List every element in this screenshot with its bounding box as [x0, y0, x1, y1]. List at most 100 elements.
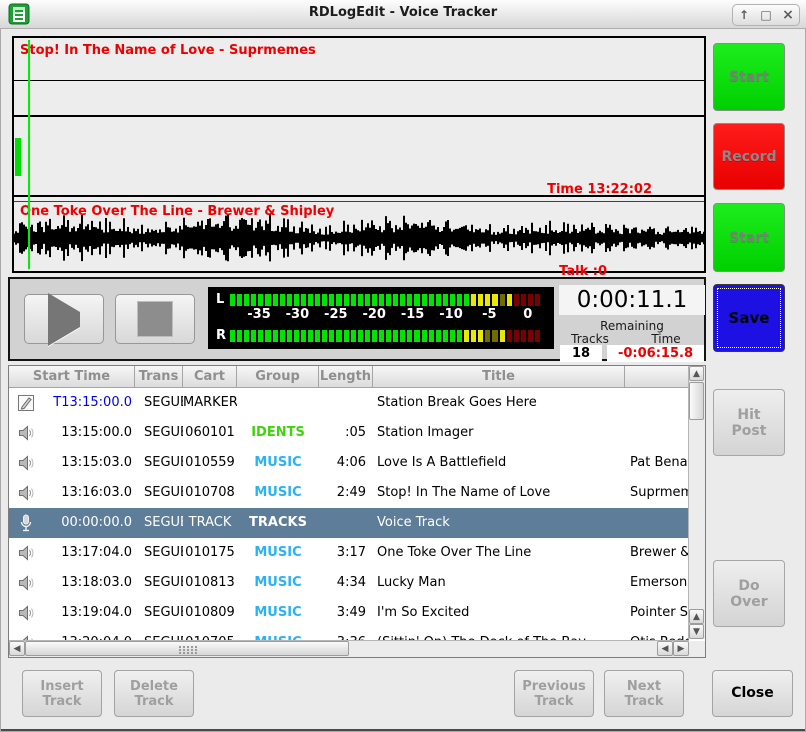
scroll-right-icon[interactable]: ▶ — [673, 641, 689, 656]
voice-tracker-display: Stop! In The Name of Love - Suprmemes Ti… — [12, 36, 706, 273]
header-start-time[interactable]: Start Time — [9, 366, 135, 388]
cell-cart: MARKER — [183, 388, 237, 418]
next-track-button[interactable]: Next Track — [604, 670, 684, 717]
cell-title: Station Imager — [373, 418, 625, 448]
cell-artist — [625, 388, 689, 418]
cell-start-time: T13:15:00.0 — [9, 388, 135, 418]
previous-track-title: Stop! In The Name of Love - Suprmemes — [20, 43, 316, 58]
meter-scale: -35-30-25-20-15-10-50 — [208, 307, 554, 325]
cell-start-time: 13:15:00.0 — [9, 418, 135, 448]
close-button[interactable]: Close — [712, 670, 793, 717]
tracks-remaining-value: 18 — [560, 345, 602, 362]
cell-start-time: 00:00:00.0 — [9, 508, 135, 538]
header-length[interactable]: Length — [319, 366, 373, 388]
scroll-down-icon[interactable]: ▼ — [689, 624, 704, 639]
start-previous-button[interactable]: Start — [713, 43, 785, 111]
cell-start-time: 13:19:04.0 — [9, 598, 135, 628]
cell-trans: SEGUE — [135, 478, 183, 508]
play-button[interactable] — [24, 294, 104, 344]
cell-cart: TRACK — [183, 508, 237, 538]
table-row[interactable]: 00:00:00.0SEGUETRACKTRACKSVoice Track — [9, 508, 689, 538]
speaker-icon — [17, 424, 35, 442]
post-point-line — [14, 201, 704, 202]
header-group[interactable]: Group — [237, 366, 319, 388]
cell-start-time: 13:17:04.0 — [9, 538, 135, 568]
meter-right-segments — [230, 330, 540, 342]
cell-trans: SEGUE — [135, 418, 183, 448]
vertical-scroll-thumb[interactable] — [689, 382, 704, 420]
window-controls: ↑ □ × — [732, 4, 800, 26]
header-artist[interactable] — [625, 366, 689, 388]
log-table-body: T13:15:00.0SEGUEMARKERStation Break Goes… — [9, 388, 689, 641]
table-row[interactable]: 13:16:03.0SEGUE010708MUSIC2:49Stop! In T… — [9, 478, 689, 508]
cell-cart: 010559 — [183, 448, 237, 478]
time-remaining-value: -0:06:15.8 — [607, 345, 704, 362]
elapsed-time-display: 0:00:11.1 — [559, 285, 705, 315]
close-window-icon[interactable]: × — [777, 7, 799, 23]
table-row[interactable]: 13:19:04.0SEGUE010809MUSIC3:49I'm So Exc… — [9, 598, 689, 628]
cell-group: MUSIC — [237, 538, 319, 568]
cell-length: :05 — [319, 418, 373, 448]
header-title[interactable]: Title — [373, 366, 625, 388]
do-over-button[interactable]: Do Over — [713, 560, 785, 627]
cell-title: Love Is A Battlefield — [373, 448, 625, 478]
hit-post-button[interactable]: Hit Post — [713, 389, 785, 456]
speaker-icon — [17, 454, 35, 472]
cell-trans: SEGUE — [135, 448, 183, 478]
scroll-left-icon[interactable]: ◀ — [9, 641, 25, 656]
cell-length: 2:49 — [319, 478, 373, 508]
cell-trans: SEGUE — [135, 508, 183, 538]
table-row[interactable]: 13:15:00.0SEGUE060101IDENTS:05Station Im… — [9, 418, 689, 448]
audio-level-meter: L -35-30-25-20-15-10-50 R — [208, 287, 554, 349]
meter-scale-label: -25 — [316, 307, 356, 322]
cell-trans: SEGUE — [135, 538, 183, 568]
cell-artist — [625, 418, 689, 448]
marker-icon — [17, 394, 35, 412]
vertical-scrollbar[interactable]: ▲ ▲ ▼ — [688, 366, 705, 639]
previous-track-button[interactable]: Previous Track — [514, 670, 594, 717]
speaker-icon — [17, 574, 35, 592]
cell-trans: SEGUE — [135, 568, 183, 598]
cell-group: MUSIC — [237, 598, 319, 628]
cell-length: 4:34 — [319, 568, 373, 598]
meter-left-segments — [230, 294, 540, 306]
delete-track-button[interactable]: Delete Track — [114, 670, 194, 717]
meter-scale-label: -5 — [469, 307, 509, 322]
header-trans[interactable]: Trans — [135, 366, 183, 388]
cell-artist: Suprmemes — [625, 478, 689, 508]
insert-track-button[interactable]: Insert Track — [22, 670, 102, 717]
scroll-left-icon[interactable]: ◀ — [657, 641, 673, 656]
scroll-up-icon[interactable]: ▲ — [689, 366, 704, 381]
cell-length — [319, 508, 373, 538]
cell-title: One Toke Over The Line — [373, 538, 625, 568]
meter-scale-label: 0 — [508, 307, 548, 322]
right-channel-label: R — [216, 329, 226, 343]
table-row[interactable]: 13:18:03.0SEGUE010813MUSIC4:34Lucky ManE… — [9, 568, 689, 598]
horizontal-scrollbar[interactable]: ◀ ◀ ▶ — [9, 640, 689, 657]
speaker-icon — [17, 484, 35, 502]
start-next-button[interactable]: Start — [713, 203, 785, 272]
scroll-up-icon[interactable]: ▲ — [689, 609, 704, 624]
pane-divider — [14, 115, 704, 117]
record-button[interactable]: Record — [713, 123, 785, 190]
horizontal-scroll-thumb[interactable] — [25, 641, 349, 656]
scroll-trough[interactable] — [349, 641, 657, 657]
stop-icon — [137, 301, 173, 337]
maximize-window-icon[interactable]: □ — [755, 8, 777, 22]
table-row[interactable]: T13:15:00.0SEGUEMARKERStation Break Goes… — [9, 388, 689, 418]
pane-divider — [14, 80, 704, 81]
log-table-header: Start Time Trans Cart Group Length Title — [9, 366, 689, 388]
header-cart[interactable]: Cart — [183, 366, 237, 388]
table-row[interactable]: 13:15:03.0SEGUE010559MUSIC4:06Love Is A … — [9, 448, 689, 478]
window-title: RDLogEdit - Voice Tracker — [0, 5, 806, 20]
pane-divider — [14, 195, 704, 197]
remaining-time-label: Time — [630, 332, 702, 346]
cell-start-time: 13:16:03.0 — [9, 478, 135, 508]
cell-title: Station Break Goes Here — [373, 388, 625, 418]
shade-window-icon[interactable]: ↑ — [733, 8, 755, 22]
cell-cart: 010708 — [183, 478, 237, 508]
meter-scale-label: -10 — [431, 307, 471, 322]
save-button[interactable]: Save — [713, 284, 785, 352]
stop-button[interactable] — [115, 294, 195, 344]
table-row[interactable]: 13:17:04.0SEGUE010175MUSIC3:17One Toke O… — [9, 538, 689, 568]
